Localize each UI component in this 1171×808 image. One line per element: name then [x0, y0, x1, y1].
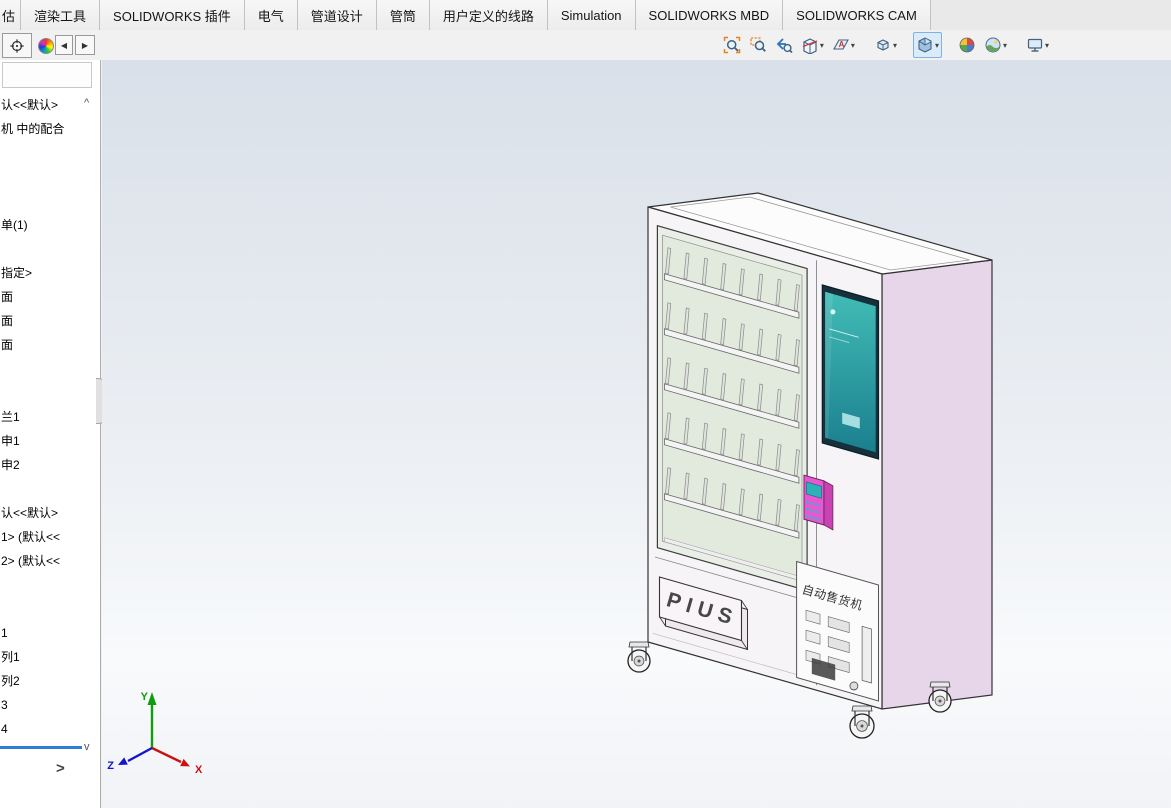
color-wheel-icon[interactable]	[38, 38, 54, 54]
tree-expand-arrow[interactable]: >	[56, 760, 65, 777]
tree-item-3[interactable]: 单(1)	[1, 216, 28, 234]
tree-item-7[interactable]: 面	[1, 336, 13, 354]
zoom-to-area-button[interactable]	[746, 32, 770, 58]
menu-tabs: 估渲染工具 SOLIDWORKS 插件 电气 管道设计 管筒 用户定义的线路 Simulat…	[0, 0, 931, 30]
view-settings-icon	[1027, 38, 1043, 52]
crosshair-button[interactable]	[2, 33, 32, 58]
edit-appearance-button[interactable]	[955, 32, 979, 58]
scroll-down-arrow[interactable]: v	[84, 742, 90, 753]
feature-tree: 认<<默认> 机 中的配合 单(1) 指定> 面面面兰1 申1 申2 认<<默认> 1> (默认…	[0, 60, 100, 808]
tree-item-14[interactable]: 1	[1, 624, 8, 642]
tree-item-12[interactable]: 1> (默认<<	[1, 528, 60, 546]
display-style-button[interactable]: ▾	[912, 32, 942, 58]
tree-item-6[interactable]: 面	[1, 312, 13, 330]
previous-view-button[interactable]	[772, 32, 796, 58]
previous-view-icon	[776, 38, 793, 54]
svg-text:A: A	[839, 40, 845, 49]
caster-wheel	[627, 641, 651, 673]
tree-item-4[interactable]: 指定>	[1, 264, 32, 282]
menu-tab-2[interactable]: 渲染工具	[21, 0, 101, 30]
view-settings-button[interactable]: ▾	[1023, 32, 1052, 58]
command-manager-tab-row: 估渲染工具 SOLIDWORKS 插件 电气 管道设计 管筒 用户定义的线路 Simulat…	[0, 0, 1171, 31]
menu-tab-3[interactable]: SOLIDWORKS 插件	[100, 0, 245, 30]
vending-machine-model[interactable]: 自动售货机PIUS	[627, 192, 993, 739]
heads-up-view-toolbar: ▾ A ▾ ▾ ▾ ▾ ▾	[719, 32, 1053, 58]
menu-tab-8[interactable]: Simulation	[547, 0, 636, 30]
glass-display-window	[656, 224, 808, 592]
menu-tab-1[interactable]: 估	[0, 0, 22, 30]
feature-tree-panel: 认<<默认> 机 中的配合 单(1) 指定> 面面面兰1 申1 申2 认<<默认> 1> (默认…	[0, 60, 101, 808]
menu-tab-5[interactable]: 管道设计	[297, 0, 377, 30]
tree-item-8[interactable]: 兰1	[1, 408, 20, 426]
caster-wheel	[849, 705, 875, 739]
tree-item-1[interactable]: 认<<默认>	[1, 96, 58, 114]
model-canvas[interactable]: 自动售货机PIUS Y X Z	[102, 60, 1171, 808]
menu-tab-7[interactable]: 用户定义的线路	[429, 0, 548, 30]
tree-item-2[interactable]: 机 中的配合	[1, 120, 64, 138]
svg-text:Z: Z	[107, 760, 114, 772]
zoom-to-fit-icon	[723, 36, 741, 54]
touch-screen	[821, 284, 880, 460]
graphics-viewport[interactable]: 自动售货机 PIUS Y X Z	[102, 60, 1171, 808]
section-view-icon	[802, 38, 818, 54]
svg-text:X: X	[195, 764, 203, 776]
tab-row-filler	[930, 0, 1171, 30]
tree-item-16[interactable]: 列2	[1, 672, 20, 690]
section-view-button[interactable]: ▾	[798, 32, 827, 58]
menu-tab-10[interactable]: SOLIDWORKS CAM	[783, 0, 931, 30]
caster-wheel	[928, 681, 952, 713]
dropdown-arrow-icon[interactable]: ▾	[893, 41, 897, 50]
dropdown-arrow-icon[interactable]: ▾	[851, 41, 855, 50]
tree-item-18[interactable]: 4	[1, 720, 8, 738]
rollback-bar[interactable]	[0, 746, 82, 749]
view-orientation-icon	[877, 39, 889, 51]
display-style-icon	[918, 37, 932, 53]
view-orientation-button[interactable]: ▾	[871, 32, 900, 58]
apply-scene-button[interactable]: ▾	[981, 32, 1010, 58]
orientation-triad: Y X Z	[107, 691, 203, 776]
menu-tab-6[interactable]: 管筒	[376, 0, 430, 30]
toolbar-strip: ◀ ▶ ▾ A ▾ ▾ ▾ ▾ ▾	[0, 30, 1171, 60]
svg-text:Y: Y	[141, 691, 149, 703]
apply-scene-icon	[985, 37, 1001, 53]
zoom-to-fit-button[interactable]	[720, 32, 744, 58]
tree-item-9[interactable]: 申1	[1, 432, 20, 450]
menu-tab-9[interactable]: SOLIDWORKS MBD	[635, 0, 784, 30]
tree-item-15[interactable]: 列1	[1, 648, 20, 666]
dropdown-arrow-icon[interactable]: ▾	[820, 41, 824, 50]
scroll-up-arrow[interactable]: ^	[84, 98, 89, 109]
dropdown-arrow-icon[interactable]: ▾	[1045, 41, 1049, 50]
annotation-views-button[interactable]: A ▾	[829, 32, 858, 58]
control-panel: 自动售货机	[796, 560, 879, 702]
tree-item-11[interactable]: 认<<默认>	[1, 504, 58, 522]
tree-item-13[interactable]: 2> (默认<<	[1, 552, 60, 570]
menu-tab-4[interactable]: 电气	[244, 0, 298, 30]
edit-appearance-icon	[959, 37, 975, 53]
panel-forward-button[interactable]: ▶	[75, 35, 95, 55]
tree-item-10[interactable]: 申2	[1, 456, 20, 474]
tree-item-5[interactable]: 面	[1, 288, 13, 306]
dropdown-arrow-icon[interactable]: ▾	[1003, 41, 1007, 50]
zoom-to-area-icon	[750, 37, 766, 52]
tree-item-17[interactable]: 3	[1, 696, 8, 714]
panel-back-button[interactable]: ◀	[55, 35, 73, 55]
dropdown-arrow-icon[interactable]: ▾	[935, 41, 939, 50]
annotation-views-icon: A	[832, 39, 849, 50]
